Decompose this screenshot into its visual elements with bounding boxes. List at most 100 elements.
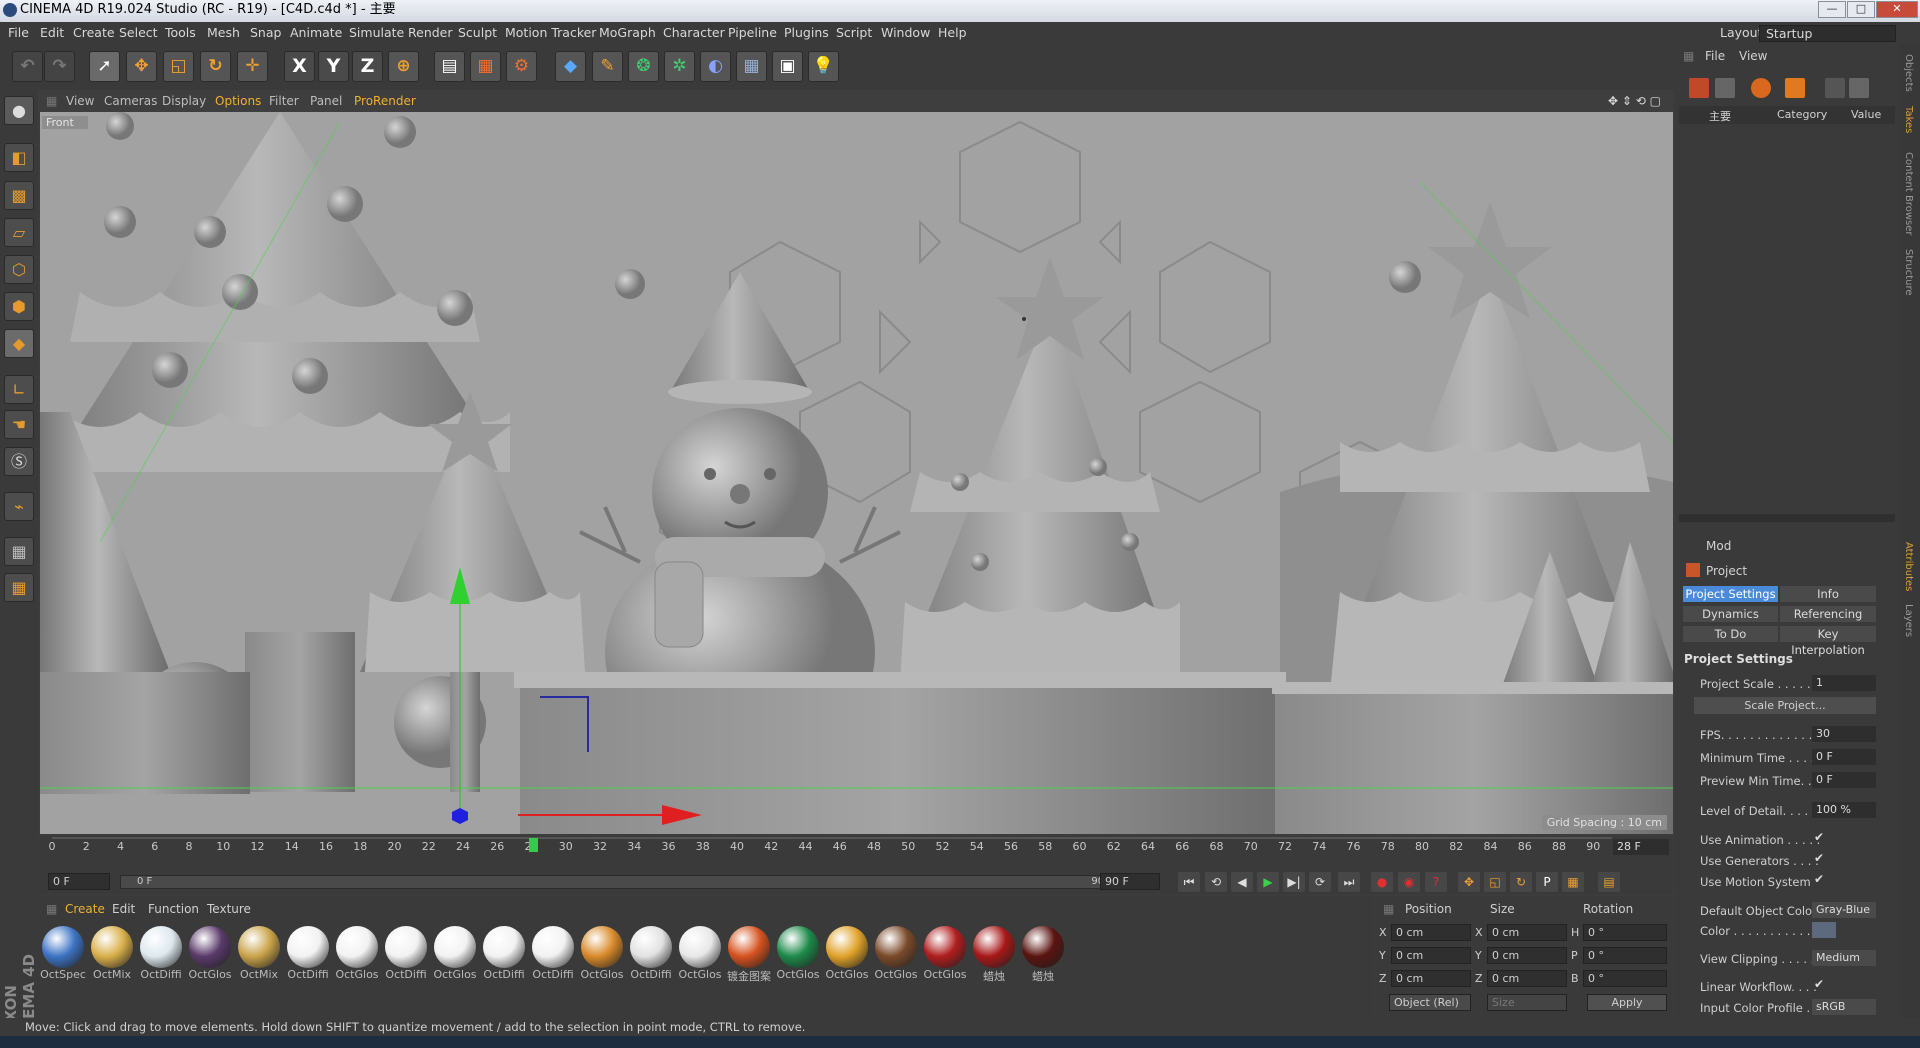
scale-project-button[interactable]: Scale Project... — [1694, 697, 1876, 714]
material-thumbnail[interactable]: OctGlos — [677, 926, 723, 986]
close-button[interactable]: ✕ — [1876, 1, 1918, 18]
size-y-field[interactable]: 0 cm — [1487, 947, 1567, 964]
color-swatch[interactable] — [1812, 922, 1836, 938]
min-time-field[interactable]: 0 F — [1812, 749, 1876, 765]
position-x-field[interactable]: 0 cm — [1391, 924, 1471, 941]
menu-select[interactable]: Select — [119, 25, 158, 40]
menu-simulate[interactable]: Simulate — [349, 25, 404, 40]
rotation-p-field[interactable]: 0 ° — [1583, 947, 1667, 964]
material-thumbnail[interactable]: OctGlos — [922, 926, 968, 986]
polygons-mode-icon[interactable]: ◆ — [4, 329, 34, 358]
key-scale-icon[interactable]: ◱ — [1484, 872, 1506, 892]
material-thumbnail[interactable]: OctMix — [89, 926, 135, 986]
menu-motion-tracker[interactable]: Motion Tracker — [505, 25, 596, 40]
material-thumbnail[interactable]: OctGlos — [775, 926, 821, 986]
vp-menu-panel[interactable]: Panel — [310, 94, 342, 108]
auto-keying-icon[interactable]: ◉ — [1398, 872, 1420, 892]
tab-todo[interactable]: To Do — [1683, 626, 1778, 642]
maximize-button[interactable]: □ — [1847, 1, 1875, 18]
coordinate-system-icon[interactable]: ⊕ — [388, 51, 419, 82]
tab-project-settings[interactable]: Project Settings — [1683, 586, 1778, 602]
key-point-level-icon[interactable]: ▦ — [1562, 872, 1584, 892]
floor-icon[interactable]: ▦ — [736, 51, 767, 82]
rotation-b-field[interactable]: 0 ° — [1583, 970, 1667, 987]
attr-mode-menu[interactable]: Mod — [1706, 539, 1731, 553]
material-thumbnail[interactable]: OctMix — [236, 926, 282, 986]
scale-tool-icon[interactable]: ◱ — [163, 51, 194, 82]
vp-menu-filter[interactable]: Filter — [269, 94, 299, 108]
x-axis-lock-button[interactable]: X — [284, 51, 315, 82]
material-thumbnail[interactable]: OctGlos — [824, 926, 870, 986]
menu-create[interactable]: Create — [73, 25, 115, 40]
recent-tool-icon[interactable]: ✛ — [237, 51, 268, 82]
vp-menu-options[interactable]: Options — [215, 94, 261, 108]
mat-menu-create[interactable]: Create — [65, 902, 105, 916]
use-generators-checkbox[interactable]: ✔ — [1814, 851, 1824, 865]
take-root[interactable]: 主要 — [1709, 108, 1731, 124]
material-thumbnail[interactable]: OctDiffi — [285, 926, 331, 986]
prev-frame-icon[interactable]: ◀ — [1231, 872, 1253, 892]
position-z-field[interactable]: 0 cm — [1391, 970, 1471, 987]
texture-mode-icon[interactable]: ▩ — [4, 181, 34, 210]
workplane-mode-icon[interactable]: ▱ — [4, 218, 34, 247]
default-color-dropdown[interactable]: Gray-Blue — [1812, 902, 1876, 918]
view-clipping-dropdown[interactable]: Medium — [1812, 950, 1876, 966]
input-color-profile-dropdown[interactable]: sRGB — [1812, 999, 1876, 1015]
take-new-icon[interactable] — [1689, 78, 1709, 98]
edges-mode-icon[interactable]: ⬢ — [4, 292, 34, 321]
use-animation-checkbox[interactable]: ✔ — [1814, 830, 1824, 844]
live-selection-icon[interactable]: ➚ — [89, 51, 120, 82]
deformer-icon[interactable]: ◐ — [700, 51, 731, 82]
material-thumbnail[interactable]: OctGlos — [873, 926, 919, 986]
om-menu-file[interactable]: File — [1705, 49, 1725, 63]
size-mode-dropdown[interactable]: Size — [1487, 994, 1567, 1011]
menu-snap[interactable]: Snap — [250, 25, 281, 40]
size-z-field[interactable]: 0 cm — [1487, 970, 1567, 987]
solo-icon[interactable]: Ⓢ — [4, 447, 34, 476]
material-thumbnail[interactable]: OctDiffi — [383, 926, 429, 986]
menu-script[interactable]: Script — [836, 25, 872, 40]
y-axis-lock-button[interactable]: Y — [318, 51, 349, 82]
minimize-button[interactable]: — — [1818, 1, 1846, 18]
snap-icon[interactable]: ⌁ — [4, 492, 34, 521]
position-y-field[interactable]: 0 cm — [1391, 947, 1471, 964]
key-position-icon[interactable]: ✥ — [1458, 872, 1480, 892]
viewport-view-label[interactable]: Front — [42, 116, 88, 129]
timeline-playhead[interactable] — [529, 838, 538, 852]
timeline-ruler[interactable]: 0246810121416182022242628303234363840424… — [38, 836, 1673, 871]
axis-mode-icon[interactable]: ∟ — [4, 375, 34, 404]
mat-menu-edit[interactable]: Edit — [112, 902, 135, 916]
light-icon[interactable]: 💡 — [808, 51, 839, 82]
camera-icon[interactable]: ▣ — [772, 51, 803, 82]
goto-start-icon[interactable]: ⏮ — [1178, 872, 1200, 892]
record-keys-icon[interactable]: ● — [1371, 872, 1393, 892]
side-tab-layers[interactable]: Layers — [1903, 604, 1914, 637]
rotation-h-field[interactable]: 0 ° — [1583, 924, 1667, 941]
coord-mode-dropdown[interactable]: Object (Rel) — [1389, 994, 1471, 1011]
play-icon[interactable]: ▶ — [1257, 872, 1279, 892]
menu-sculpt[interactable]: Sculpt — [458, 25, 497, 40]
menu-animate[interactable]: Animate — [290, 25, 342, 40]
side-tab-structure[interactable]: Structure — [1903, 249, 1914, 296]
key-rotation-icon[interactable]: ↻ — [1510, 872, 1532, 892]
menu-pipeline[interactable]: Pipeline — [728, 25, 777, 40]
vp-menu-display[interactable]: Display — [162, 94, 206, 108]
menu-tools[interactable]: Tools — [165, 25, 196, 40]
material-thumbnail[interactable]: OctSpec — [40, 926, 86, 986]
menu-file[interactable]: File — [8, 25, 29, 40]
side-tab-objects[interactable]: Objects — [1903, 54, 1914, 92]
cube-primitive-icon[interactable]: ◆ — [555, 51, 586, 82]
cloner-icon[interactable]: ✲ — [664, 51, 695, 82]
pen-spline-icon[interactable]: ✎ — [592, 51, 623, 82]
material-thumbnail[interactable]: OctGlos — [187, 926, 233, 986]
project-scale-field[interactable]: 1 — [1812, 675, 1876, 691]
lod-field[interactable]: 100 % — [1812, 802, 1876, 818]
layout-dropdown[interactable]: Startup — [1759, 25, 1896, 42]
workplane-icon[interactable]: ▦ — [4, 537, 34, 566]
next-frame-icon[interactable]: ▶| — [1283, 872, 1305, 892]
viewport-3d[interactable]: Front Grid Spacing : 10 cm — [40, 112, 1673, 834]
next-key-icon[interactable]: ⟳ — [1309, 872, 1331, 892]
material-thumbnail[interactable]: OctDiffi — [628, 926, 674, 986]
takes-scrollbar[interactable] — [1679, 514, 1895, 522]
key-parameter-icon[interactable]: P — [1536, 872, 1558, 892]
